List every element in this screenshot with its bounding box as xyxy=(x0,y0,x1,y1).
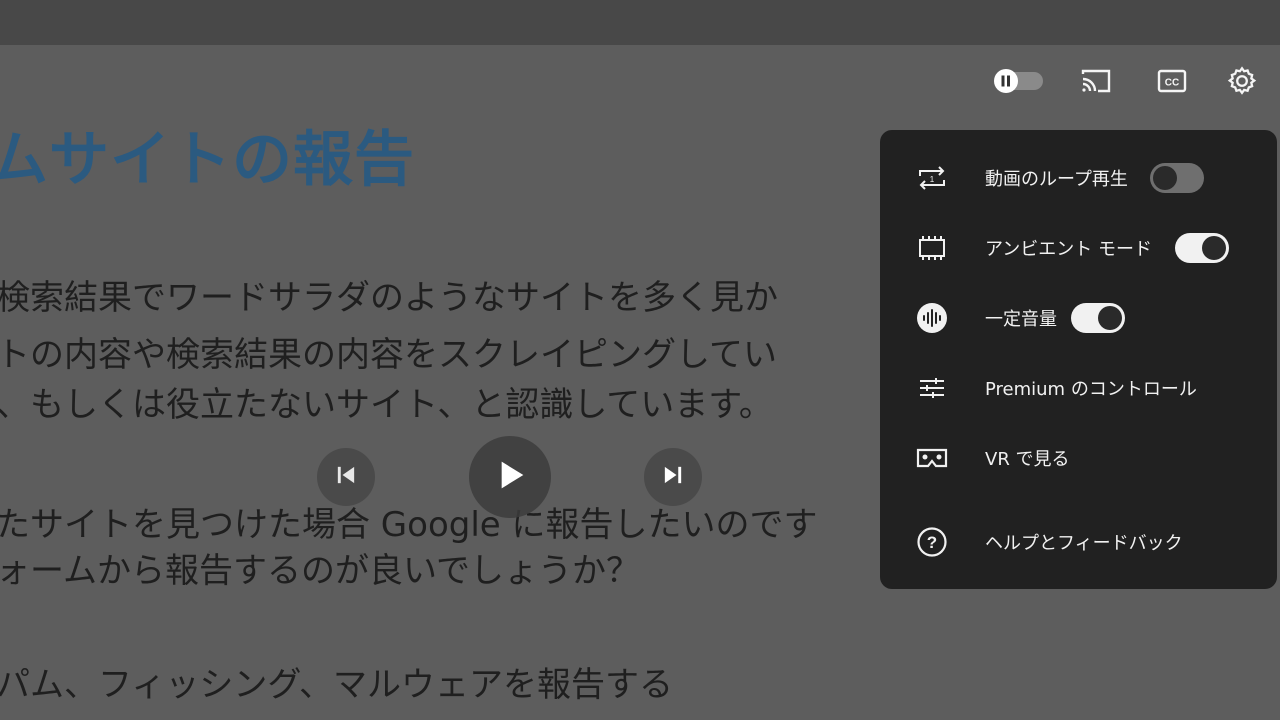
menu-item-label: アンビエント モード xyxy=(985,239,1153,260)
autoplay-toggle[interactable] xyxy=(990,64,1046,102)
previous-button[interactable] xyxy=(317,448,375,506)
ambient-tv-icon xyxy=(916,232,948,264)
settings-button[interactable] xyxy=(1222,64,1262,102)
article-line-6: パム、フィッシング、マルウェアを報告する xyxy=(0,665,673,705)
cast-button[interactable] xyxy=(1076,64,1116,102)
browser-top-bar xyxy=(0,0,1280,45)
cast-icon xyxy=(1079,67,1113,99)
next-icon xyxy=(659,461,687,493)
loop-toggle[interactable] xyxy=(1150,163,1204,193)
settings-menu: 1 動画のループ再生 アンビエント モード 一定音量 Premium のコントロ… xyxy=(880,130,1277,589)
play-icon xyxy=(490,455,530,499)
menu-item-stable-volume[interactable]: 一定音量 xyxy=(880,288,1277,348)
article-line-4: たサイトを見つけた場合 Google に報告したいのです xyxy=(0,505,818,545)
menu-item-premium-controls[interactable]: Premium のコントロール xyxy=(880,358,1277,418)
menu-item-loop[interactable]: 1 動画のループ再生 xyxy=(880,148,1277,208)
subtitles-button[interactable]: CC xyxy=(1152,64,1192,102)
play-button[interactable] xyxy=(469,436,551,518)
ambient-mode-toggle[interactable] xyxy=(1175,233,1229,263)
settings-gear-icon xyxy=(1226,65,1258,101)
menu-item-label: ヘルプとフィードバック xyxy=(985,533,1183,554)
svg-text:CC: CC xyxy=(1165,78,1179,89)
menu-item-vr[interactable]: VR で見る xyxy=(880,428,1277,488)
subtitles-icon: CC xyxy=(1157,69,1187,97)
article-line-2: トの内容や検索結果の内容をスクレイピングしてい xyxy=(0,335,777,375)
menu-item-label: VR で見る xyxy=(985,449,1070,470)
stable-volume-icon xyxy=(916,302,948,334)
menu-item-label: Premium のコントロール xyxy=(985,379,1197,400)
article-line-1: 検索結果でワードサラダのようなサイトを多く見か xyxy=(0,278,778,318)
help-circle-icon: ? xyxy=(916,526,948,558)
sliders-icon xyxy=(916,372,948,404)
menu-item-help-feedback[interactable]: ? ヘルプとフィードバック xyxy=(880,512,1277,572)
previous-icon xyxy=(332,461,360,493)
svg-text:?: ? xyxy=(927,533,937,552)
loop-one-icon: 1 xyxy=(916,162,948,194)
menu-item-ambient-mode[interactable]: アンビエント モード xyxy=(880,218,1277,278)
vr-headset-icon xyxy=(916,442,948,474)
article-title: ムサイトの報告 xyxy=(0,125,415,195)
menu-item-label: 一定音量 xyxy=(985,309,1057,330)
article-line-3: 、もしくは役立たないサイト、と認識しています。 xyxy=(0,385,773,425)
menu-item-label: 動画のループ再生 xyxy=(985,169,1128,190)
stable-volume-toggle[interactable] xyxy=(1071,303,1125,333)
pause-toggle-icon xyxy=(991,68,1045,98)
svg-text:1: 1 xyxy=(930,175,935,184)
next-button[interactable] xyxy=(644,448,702,506)
article-line-5: ォームから報告するのが良いでしょうか？ xyxy=(0,551,640,591)
